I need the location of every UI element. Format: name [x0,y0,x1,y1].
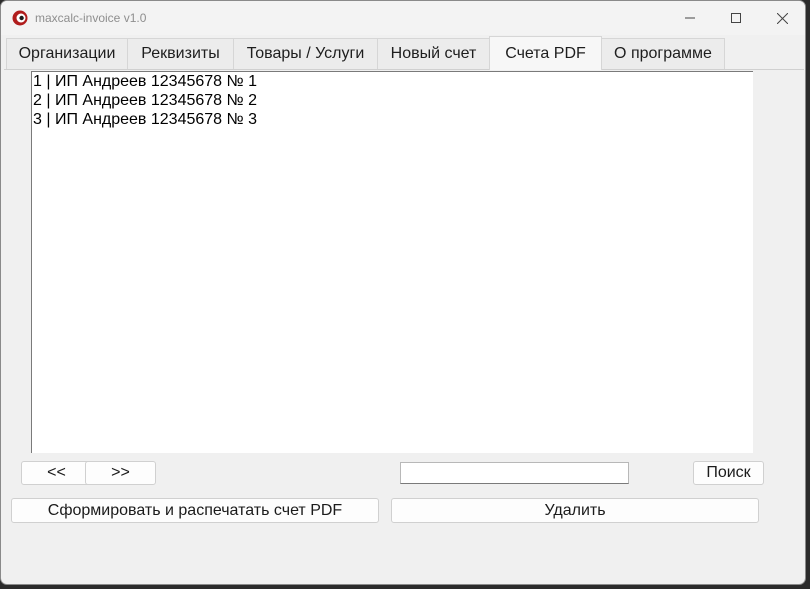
minimize-button[interactable] [667,1,713,35]
close-button[interactable] [759,1,805,35]
maximize-icon [731,13,741,23]
tab-bar: Организации Реквизиты Товары / Услуги Но… [4,36,804,70]
list-item[interactable]: 2 | ИП Андреев 12345678 № 2 [32,91,753,110]
list-item[interactable]: 1 | ИП Андреев 12345678 № 1 [32,72,753,91]
search-button[interactable]: Поиск [693,461,764,485]
generate-print-pdf-button[interactable]: Сформировать и распечатать счет PDF [11,498,379,523]
close-icon [776,12,788,24]
tab-panel-border [4,69,804,70]
minimize-icon [685,17,695,19]
tab-requisites[interactable]: Реквизиты [127,38,234,70]
tab-goods-services[interactable]: Товары / Услуги [233,38,378,70]
prev-page-button[interactable]: << [21,461,92,485]
tab-organizations[interactable]: Организации [6,38,128,70]
window-title: maxcalc-invoice v1.0 [35,11,147,25]
search-input[interactable] [400,462,629,484]
maximize-button[interactable] [713,1,759,35]
list-item[interactable]: 3 | ИП Андреев 12345678 № 3 [32,110,753,129]
tab-new-invoice[interactable]: Новый счет [377,38,490,70]
next-page-button[interactable]: >> [85,461,156,485]
tab-about[interactable]: О программе [601,38,725,70]
title-bar[interactable]: maxcalc-invoice v1.0 [1,1,805,35]
app-window: maxcalc-invoice v1.0 Организации Реквизи… [0,0,806,585]
tab-invoices-pdf[interactable]: Счета PDF [489,36,602,70]
delete-button[interactable]: Удалить [391,498,759,523]
invoice-listbox[interactable]: 1 | ИП Андреев 12345678 № 1 2 | ИП Андре… [31,71,753,453]
app-logo-icon [12,10,28,26]
